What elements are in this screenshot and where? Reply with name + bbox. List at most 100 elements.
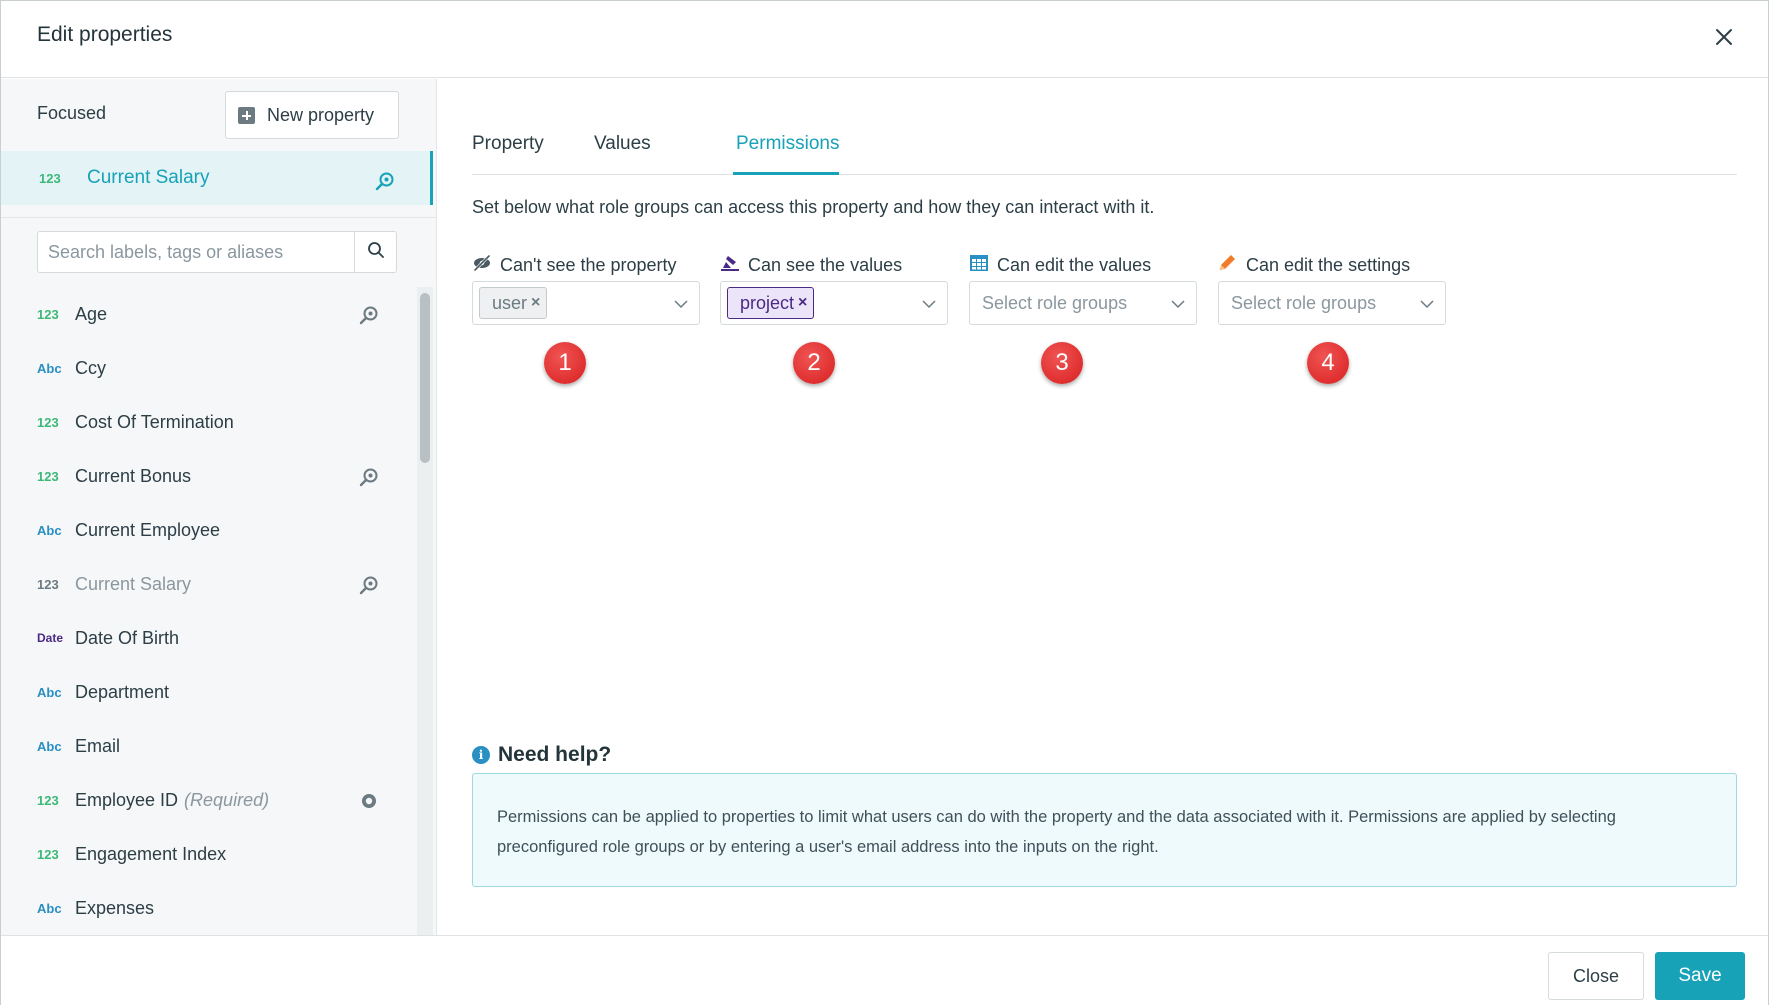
role-group-select[interactable]: Select role groups — [969, 281, 1197, 325]
property-name: Engagement Index — [75, 843, 227, 864]
list-item[interactable]: Abc Expenses — [1, 881, 417, 935]
eye-slash-icon — [472, 254, 492, 277]
perm-label: Can edit the settings — [1218, 253, 1446, 277]
property-name: Ccy — [75, 357, 106, 378]
target-icon — [359, 791, 379, 816]
property-name-text: Employee ID — [75, 789, 179, 810]
dialog-title: Edit properties — [37, 23, 173, 46]
chevron-down-icon[interactable] — [1419, 296, 1435, 317]
tab-bar: Property Values Permissions — [472, 119, 1737, 175]
property-type-badge: Abc — [37, 522, 62, 538]
role-group-select[interactable]: user × — [472, 281, 700, 325]
callout-badge-3: 3 — [1041, 342, 1083, 384]
magnify-icon[interactable] — [359, 305, 379, 330]
scrollbar-thumb[interactable] — [420, 293, 430, 463]
property-type-badge: 123 — [39, 170, 61, 186]
list-item[interactable]: 123 Employee ID (Required) — [1, 773, 417, 827]
pencil-icon — [1218, 254, 1238, 277]
list-item[interactable]: Abc Ccy — [1, 341, 417, 395]
perm-label: Can't see the property — [472, 253, 700, 277]
perm-can-edit-values: Can edit the values Select role groups — [969, 253, 1197, 325]
chevron-down-icon[interactable] — [921, 296, 937, 317]
magnify-icon[interactable] — [359, 467, 379, 492]
dialog-footer: Close Save — [1, 935, 1768, 1005]
close-icon[interactable] — [1710, 23, 1738, 51]
perm-can-edit-settings: Can edit the settings Select role groups — [1218, 253, 1446, 325]
property-name: Employee ID (Required) — [75, 790, 269, 811]
perm-cant-see: Can't see the property user × — [472, 253, 700, 325]
help-heading: i Need help? — [472, 743, 611, 767]
sidebar-divider — [1, 217, 436, 218]
tab-permissions[interactable]: Permissions — [736, 133, 839, 155]
perm-label-text: Can see the values — [748, 254, 903, 275]
property-name: Current Salary — [75, 573, 192, 594]
chevron-down-icon[interactable] — [1170, 296, 1186, 317]
sidebar-scrollbar[interactable] — [417, 287, 433, 935]
role-tag-label: user — [492, 292, 528, 313]
plus-icon — [238, 106, 255, 124]
select-placeholder: Select role groups — [982, 292, 1128, 313]
help-text-line: Permissions can be applied to properties… — [497, 808, 1616, 826]
perm-label: Can edit the values — [969, 253, 1197, 277]
property-type-badge: Abc — [37, 684, 62, 700]
list-item[interactable]: 123 Cost Of Termination — [1, 395, 417, 449]
brush-icon — [720, 254, 740, 277]
list-item[interactable]: 123 Engagement Index — [1, 827, 417, 881]
property-name: Current Bonus — [75, 465, 192, 486]
magnify-icon[interactable] — [359, 575, 379, 600]
search-button[interactable] — [354, 232, 396, 272]
property-type-badge: 123 — [37, 414, 59, 430]
chevron-down-icon[interactable] — [673, 296, 689, 317]
property-list: 123 Age Abc Ccy 123 Cost Of Termination … — [1, 287, 417, 935]
list-item[interactable]: Date Date Of Birth — [1, 611, 417, 665]
list-item[interactable]: 123 Current Salary — [1, 557, 417, 611]
property-name: Date Of Birth — [75, 627, 180, 648]
property-type-badge: Abc — [37, 360, 62, 376]
search-input[interactable] — [38, 232, 356, 272]
new-property-label: New property — [267, 104, 375, 125]
property-name: Current Salary — [87, 167, 210, 188]
focused-property-item[interactable]: 123 Current Salary — [1, 151, 433, 205]
callout-badge-2: 2 — [793, 342, 835, 384]
perm-can-see-values: Can see the values project × — [720, 253, 948, 325]
property-type-badge: 123 — [37, 576, 59, 592]
main-panel: Property Values Permissions Set below wh… — [438, 79, 1768, 935]
role-tag: user × — [479, 287, 548, 319]
property-name: Email — [75, 735, 121, 756]
property-name: Age — [75, 303, 108, 324]
property-name: Current Employee — [75, 519, 221, 540]
role-group-select[interactable]: Select role groups — [1218, 281, 1446, 325]
property-name: Cost Of Termination — [75, 411, 234, 432]
edit-properties-dialog: Edit properties Focused New property 123… — [0, 0, 1769, 1005]
close-button[interactable]: Close — [1548, 952, 1644, 1000]
perm-label-text: Can edit the settings — [1246, 254, 1411, 275]
magnify-icon[interactable] — [375, 171, 395, 196]
property-type-badge: 123 — [37, 468, 59, 484]
help-title-text: Need help? — [498, 743, 612, 766]
role-tag-label: project — [740, 292, 795, 313]
property-type-badge: Abc — [37, 738, 62, 754]
info-icon: i — [472, 746, 490, 764]
list-item[interactable]: Abc Department — [1, 665, 417, 719]
property-type-badge: 123 — [37, 846, 59, 862]
tab-values[interactable]: Values — [594, 133, 651, 155]
remove-tag-icon[interactable]: × — [798, 294, 807, 312]
active-tab-indicator — [733, 172, 839, 175]
list-item[interactable]: Abc Current Employee — [1, 503, 417, 557]
role-group-select[interactable]: project × — [720, 281, 948, 325]
remove-tag-icon[interactable]: × — [531, 294, 540, 312]
new-property-button[interactable]: New property — [225, 91, 399, 139]
list-item[interactable]: 123 Age — [1, 287, 417, 341]
role-tag: project × — [727, 287, 815, 319]
callout-badge-1: 1 — [544, 342, 586, 384]
property-search — [37, 231, 397, 273]
tab-property[interactable]: Property — [472, 133, 544, 155]
list-item[interactable]: Abc Email — [1, 719, 417, 773]
help-box: Permissions can be applied to properties… — [472, 773, 1737, 887]
list-item[interactable]: 123 Current Bonus — [1, 449, 417, 503]
perm-label-text: Can edit the values — [997, 254, 1152, 275]
callout-badge-4: 4 — [1307, 342, 1349, 384]
permissions-description: Set below what role groups can access th… — [472, 197, 1155, 217]
save-button[interactable]: Save — [1655, 952, 1745, 1000]
required-note: (Required) — [184, 789, 270, 810]
